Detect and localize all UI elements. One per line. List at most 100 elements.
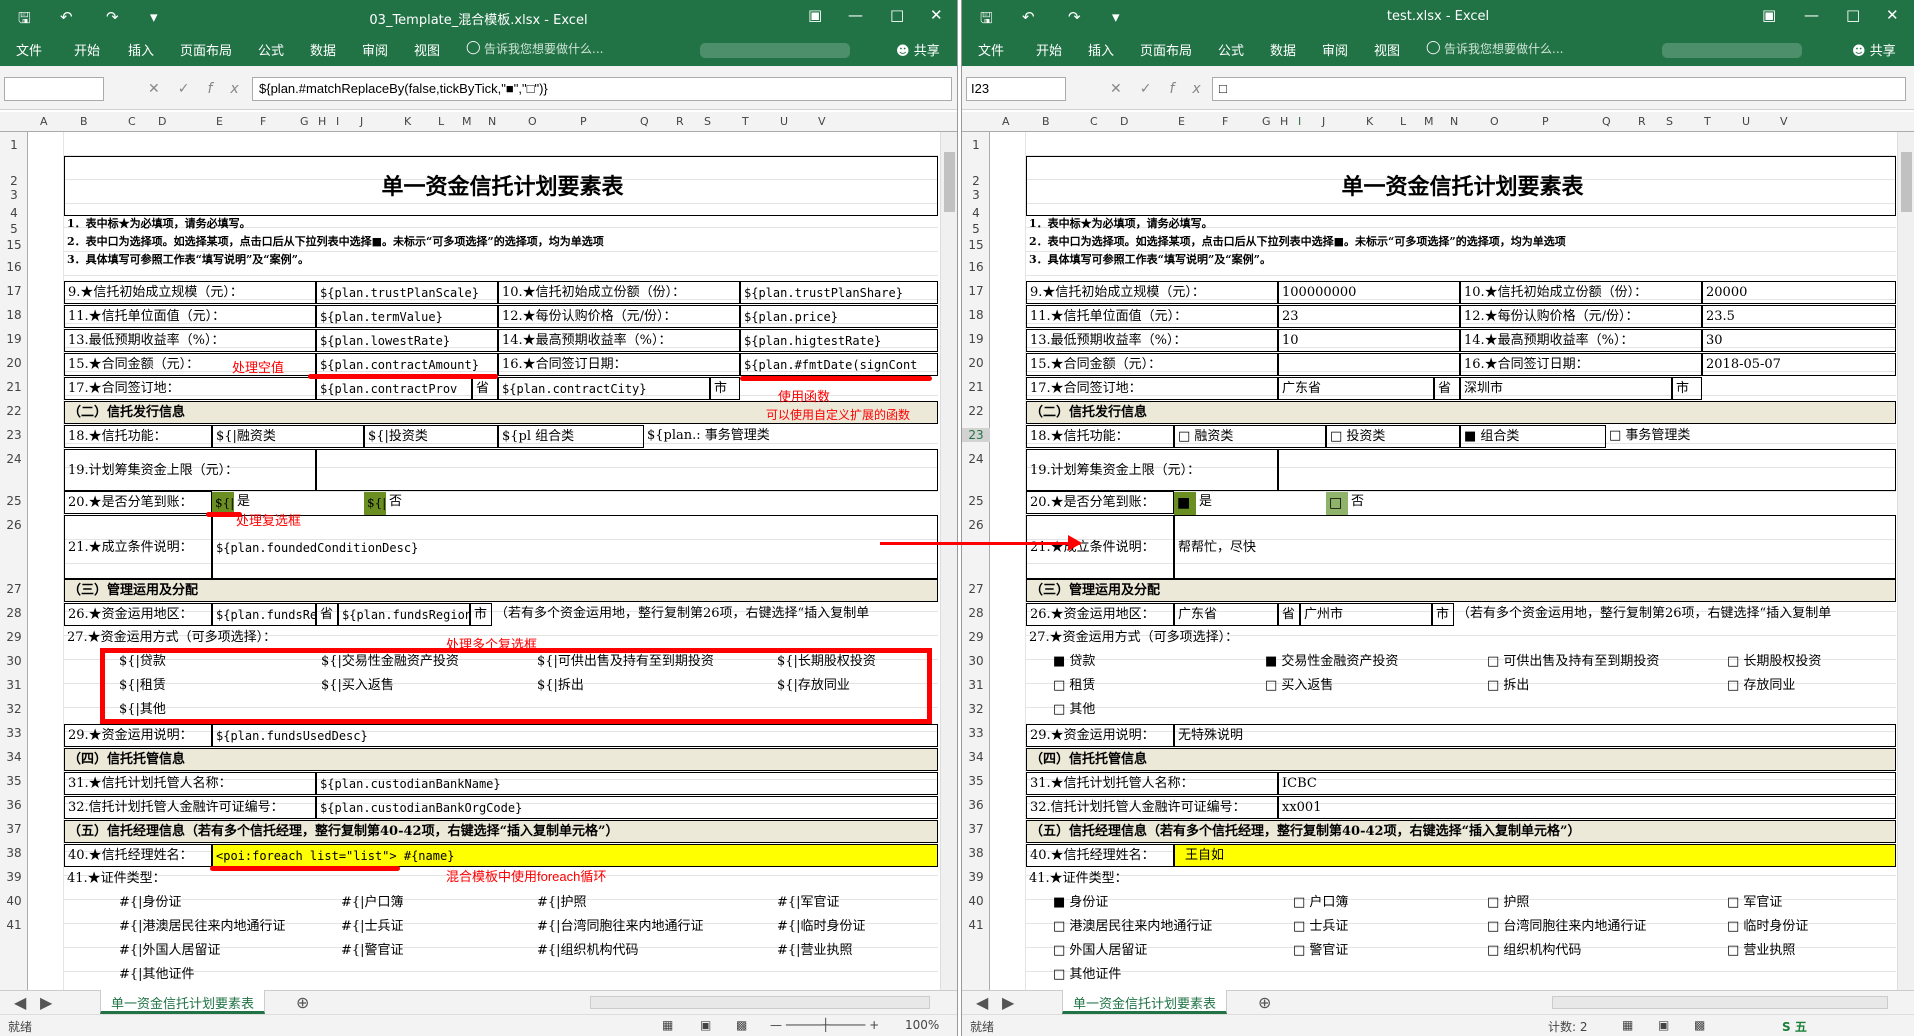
row-header-21[interactable]: 21 xyxy=(962,380,990,394)
label-funds-region[interactable]: 26.★资金运用地区： xyxy=(1026,603,1174,626)
value-highest-rate[interactable]: 30 xyxy=(1702,329,1896,352)
option-investment[interactable]: □ 投资类 xyxy=(1326,425,1460,448)
note-3[interactable]: 3．具体填写可参照工作表“填写说明”及“案例”。 xyxy=(1026,252,1896,269)
column-header-c[interactable]: C xyxy=(128,115,136,128)
section-custody[interactable]: （四）信托托管信息 xyxy=(1026,748,1896,771)
option-investment[interactable]: ${|投资类 xyxy=(364,425,498,448)
form-title[interactable]: 单一资金信托计划要素表 xyxy=(64,156,938,216)
row-header-19[interactable]: 19 xyxy=(0,332,28,346)
option-no[interactable]: 否 xyxy=(1348,491,1408,514)
option-hk-macau[interactable]: □ 港澳居民往来内地通行证 xyxy=(1050,916,1286,939)
row-header-30[interactable]: 30 xyxy=(0,654,28,668)
row-header-28[interactable]: 28 xyxy=(962,606,990,620)
column-header-q[interactable]: Q xyxy=(1602,115,1611,128)
close-icon[interactable]: ✕ xyxy=(1886,6,1899,24)
column-header-t[interactable]: T xyxy=(742,115,749,128)
label-funds-region[interactable]: 26.★资金运用地区： xyxy=(64,603,212,626)
option-taiwan[interactable]: □ 台湾同胞往来内地通行证 xyxy=(1484,916,1724,939)
column-header-u[interactable]: U xyxy=(780,115,788,128)
column-header-s[interactable]: S xyxy=(1666,115,1673,128)
value-trust-scale[interactable]: 100000000 xyxy=(1278,281,1460,304)
column-header-c[interactable]: C xyxy=(1090,115,1098,128)
note-funds-region[interactable]: （若有多个资金运用地，整行复制第26项，右键选择“插入复制单 xyxy=(1454,603,1896,626)
formula-input[interactable]: ${plan.#matchReplaceBy(false,tickByTick,… xyxy=(252,77,952,101)
row-header-29[interactable]: 29 xyxy=(0,630,28,644)
label-province-2[interactable]: 省 xyxy=(1278,603,1300,626)
label-fund-limit[interactable]: 19.计划筹集资金上限（元）： xyxy=(64,449,316,491)
row-header-18[interactable]: 18 xyxy=(962,308,990,322)
label-sign-place[interactable]: 17.★合同签订地： xyxy=(1026,377,1278,400)
option-temp-id[interactable]: #{|临时身份证 xyxy=(774,916,924,939)
horizontal-scrollbar[interactable] xyxy=(590,996,930,1009)
option-loan[interactable]: ■ 贷款 xyxy=(1050,651,1230,674)
row-header-28[interactable]: 28 xyxy=(0,606,28,620)
worksheet-grid[interactable]: 单一资金信托计划要素表 1．表中标★为必填项，请务必填写。 2．表中口为选择项。… xyxy=(990,132,1896,990)
option-license[interactable]: □ 营业执照 xyxy=(1724,940,1894,963)
form-title[interactable]: 单一资金信托计划要素表 xyxy=(1026,156,1896,216)
value-contract-amount[interactable]: ${plan.contractAmount} xyxy=(316,353,498,376)
option-officer[interactable]: □ 军官证 xyxy=(1724,892,1894,915)
label-city-2[interactable]: 市 xyxy=(470,603,492,626)
tab-review[interactable]: 审阅 xyxy=(1322,40,1348,59)
row-header-31[interactable]: 31 xyxy=(962,678,990,692)
tell-me-box[interactable]: 告诉我您想要做什么... xyxy=(1444,40,1563,57)
option-police[interactable]: □ 警官证 xyxy=(1290,940,1470,963)
scroll-thumb[interactable] xyxy=(944,152,955,212)
label-founded-condition[interactable]: 21.★成立条件说明： xyxy=(1026,515,1174,579)
value-price[interactable]: 23.5 xyxy=(1702,305,1896,328)
tab-file[interactable]: 文件 xyxy=(978,40,1004,59)
note-3[interactable]: 3．具体填写可参照工作表“填写说明”及“案例”。 xyxy=(64,252,938,269)
option-household[interactable]: #{|户口簿 xyxy=(338,892,518,915)
column-header-e[interactable]: E xyxy=(216,115,223,128)
tab-insert[interactable]: 插入 xyxy=(128,40,154,59)
column-header-n[interactable]: N xyxy=(1450,115,1458,128)
column-header-p[interactable]: P xyxy=(580,115,587,128)
label-lowest-rate[interactable]: 13.最低预期收益率（%）： xyxy=(1026,329,1278,352)
row-header-24[interactable]: 24 xyxy=(0,452,28,466)
vertical-scrollbar[interactable] xyxy=(940,132,957,990)
row-header-37[interactable]: 37 xyxy=(962,822,990,836)
label-price[interactable]: 12.★每份认购价格（元/份）： xyxy=(498,305,740,328)
label-term-value[interactable]: 11.★信托单位面值（元）： xyxy=(64,305,316,328)
tab-home[interactable]: 开始 xyxy=(1036,40,1062,59)
label-sign-date[interactable]: 16.★合同签订日期： xyxy=(1460,353,1702,376)
worksheet-grid[interactable]: 单一资金信托计划要素表 1．表中标★为必填项，请务必填写。 2．表中口为选择项。… xyxy=(28,132,938,990)
page-break-icon[interactable]: ▩ xyxy=(736,1018,747,1032)
minimize-icon[interactable]: — xyxy=(1804,6,1819,24)
option-soldier[interactable]: #{|士兵证 xyxy=(338,916,518,939)
value-contract-city[interactable]: ${plan.contractCity} xyxy=(498,377,710,400)
option-passport[interactable]: □ 护照 xyxy=(1484,892,1684,915)
label-province[interactable]: 省 xyxy=(472,377,498,400)
row-header-41[interactable]: 41 xyxy=(962,918,990,932)
value-price[interactable]: ${plan.price} xyxy=(740,305,938,328)
option-foreigner[interactable]: □ 外国人居留证 xyxy=(1050,940,1250,963)
label-city[interactable]: 市 xyxy=(710,377,740,400)
add-sheet-icon[interactable]: ⊕ xyxy=(296,993,309,1012)
column-header-r[interactable]: R xyxy=(1638,115,1646,128)
row-header-36[interactable]: 36 xyxy=(0,798,28,812)
column-header-p[interactable]: P xyxy=(1542,115,1549,128)
row-header-39[interactable]: 39 xyxy=(0,870,28,884)
column-header-s[interactable]: S xyxy=(704,115,711,128)
option-affairs[interactable]: ${plan.: 事务管理类 xyxy=(644,425,938,448)
column-header-f[interactable]: F xyxy=(260,115,266,128)
label-trust-function[interactable]: 18.★信托功能： xyxy=(64,425,212,448)
vertical-scrollbar[interactable] xyxy=(1897,132,1914,990)
label-fund-limit[interactable]: 19.计划筹集资金上限（元）： xyxy=(1026,449,1278,491)
row-header-39[interactable]: 39 xyxy=(962,870,990,884)
row-header-16[interactable]: 16 xyxy=(0,260,28,274)
option-hk-macau[interactable]: #{|港澳居民往来内地通行证 xyxy=(116,916,336,939)
row-header-26[interactable]: 26 xyxy=(962,518,990,532)
label-province-2[interactable]: 省 xyxy=(316,603,338,626)
section-management[interactable]: （三）管理运用及分配 xyxy=(1026,579,1896,602)
label-trust-function[interactable]: 18.★信托功能： xyxy=(1026,425,1174,448)
page-layout-icon[interactable]: ▣ xyxy=(700,1018,711,1032)
row-header-27[interactable]: 27 xyxy=(0,582,28,596)
column-header-b[interactable]: B xyxy=(1042,115,1050,128)
row-header-3[interactable]: 3 xyxy=(0,188,28,202)
label-contract-amount[interactable]: 15.★合同金额（元）： xyxy=(1026,353,1278,376)
column-header-h[interactable]: H xyxy=(1280,115,1288,128)
sheet-tab[interactable]: 单一资金信托计划要素表 xyxy=(100,990,266,1014)
row-header-35[interactable]: 35 xyxy=(962,774,990,788)
option-other[interactable]: □ 其他 xyxy=(1050,699,1230,722)
